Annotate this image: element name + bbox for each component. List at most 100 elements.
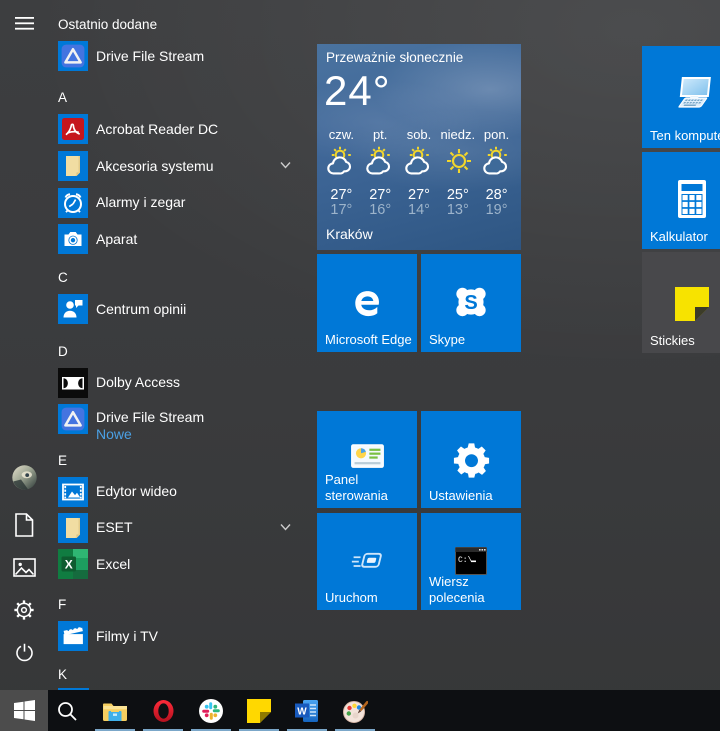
document-icon (14, 513, 34, 537)
app-list-letter-k[interactable]: K (50, 654, 90, 688)
camera-icon (58, 224, 88, 254)
app-item-text: Aparat (96, 231, 137, 248)
app-item-label: Drive File Stream (96, 409, 205, 425)
app-item-excel[interactable]: X Excel (48, 546, 308, 582)
svg-text:W: W (297, 706, 307, 717)
taskbar-button-word[interactable]: W (283, 690, 331, 731)
user-avatar (11, 465, 37, 490)
svg-text:X: X (65, 558, 73, 572)
weather-day-high: 27° (330, 187, 353, 203)
app-list-letter-d[interactable]: D (50, 328, 90, 365)
tile-panel-sterowania[interactable]: Panel sterowania (317, 411, 417, 508)
rail-button-documents[interactable] (0, 501, 48, 549)
taskbar-button-opera[interactable] (139, 690, 187, 731)
partly-cloudy-icon (481, 145, 513, 175)
windows-start-menu-screen: Ostatnio dodane Drive File Stream A Acrobat… (0, 0, 720, 731)
app-list-letter-f[interactable]: F (50, 583, 90, 619)
dolby-icon (58, 367, 88, 398)
weather-day-name: pt. (372, 127, 388, 142)
app-item-text: Alarmy i zegar (96, 194, 185, 211)
rail-button-user[interactable] (0, 454, 48, 502)
tile-label: Kalkulator (650, 229, 708, 244)
tile-kalkulator[interactable]: Kalkulator (642, 152, 720, 249)
weather-day-high: 27° (369, 187, 392, 203)
video-editor-icon (58, 476, 88, 507)
tile-label: Stickies (650, 333, 695, 348)
tile-label: Ustawienia (429, 488, 493, 503)
app-item-label: Acrobat Reader DC (96, 120, 219, 137)
weather-day-low: 17° (330, 202, 353, 218)
computer-icon (642, 46, 720, 141)
app-list-letter-c[interactable]: C (50, 258, 90, 291)
tile-edge[interactable]: Microsoft Edge (317, 254, 417, 352)
taskbar-button-slack[interactable] (187, 690, 235, 731)
app-item-label: Excel (96, 555, 131, 572)
tile-label: Ten komputer (650, 128, 720, 143)
app-item-edytor-wideo[interactable]: Edytor wideo (48, 474, 308, 510)
taskbar-button-file-explorer[interactable] (91, 690, 139, 731)
rail-button-menu[interactable] (0, 0, 48, 48)
app-item-alarmy-i-zegar[interactable]: Alarmy i zegar (48, 185, 308, 221)
tile-ten-komputer[interactable]: Ten komputer (642, 46, 720, 148)
weather-day-name: czw. (328, 127, 355, 142)
movies-tv-icon (58, 621, 88, 651)
taskbar-button-search[interactable] (43, 690, 91, 731)
tile-wiersz-polecenia[interactable]: C:\ Wiersz polecenia (421, 513, 521, 610)
rail-button-power[interactable] (0, 628, 48, 676)
weather-city: Kraków (326, 226, 373, 242)
taskbar-button-paint[interactable] (331, 690, 379, 731)
chevron-down-icon[interactable] (280, 523, 291, 531)
app-item-filmy-i-tv[interactable]: Filmy i TV (48, 618, 308, 654)
app-item-label: Dolby Access (96, 374, 181, 390)
app-item-akcesoria-systemu[interactable]: Akcesoria systemu (48, 148, 308, 184)
app-item-drive-file-stream[interactable]: Drive File Stream Nowe (48, 401, 308, 449)
chevron-down-icon[interactable] (280, 161, 291, 169)
app-list-letter-a[interactable]: A (50, 74, 90, 111)
app-item-drive-file-stream[interactable]: Drive File Stream (48, 38, 308, 74)
weather-day-pt: pt. 27° 16° (361, 127, 400, 218)
sunny-icon (442, 145, 474, 175)
google-drive-icon (58, 404, 88, 434)
windows-start-icon (13, 700, 35, 721)
slack-icon (198, 698, 224, 724)
app-item-dolby-access[interactable]: Dolby Access (48, 365, 308, 401)
search-icon (56, 700, 78, 722)
tile-label: Panel sterowania (325, 472, 388, 503)
weather-day-low: 14° (408, 202, 430, 218)
partly-cloudy-icon (325, 145, 357, 175)
rail-button-settings[interactable] (0, 586, 48, 634)
taskbar-button-sticky-notes[interactable] (235, 690, 283, 731)
weather-day-name: sob. (406, 127, 432, 142)
rail-button-pictures[interactable] (0, 543, 48, 591)
app-item-text: Excel (96, 556, 130, 573)
weather-day-niedz: niedz. 25° 13° (438, 127, 477, 218)
tile-weather[interactable]: Przeważnie słonecznie 24° czw. 27° 17° pt. 27°… (317, 44, 521, 250)
app-item-text: Drive File Stream (96, 48, 204, 65)
weather-day-pon: pon. 28° 19° (477, 127, 516, 218)
acrobat-reader-icon (58, 114, 88, 144)
app-item-eset[interactable]: ESET (48, 510, 308, 546)
app-item-centrum-opinii[interactable]: Centrum opinii (48, 291, 308, 327)
app-list-letter-e[interactable]: E (50, 449, 90, 474)
tile-ustawienia[interactable]: Ustawienia (421, 411, 521, 508)
weather-day-name: pon. (483, 127, 510, 142)
app-item-text: Edytor wideo (96, 483, 177, 500)
app-item-aparat[interactable]: Aparat (48, 221, 308, 257)
google-drive-icon (58, 41, 88, 71)
app-item-text: Acrobat Reader DC (96, 121, 218, 138)
power-icon (14, 642, 35, 663)
tile-stickies[interactable]: Stickies (642, 252, 720, 353)
hamburger-icon (14, 17, 34, 30)
tile-skype[interactable]: S Skype (421, 254, 521, 352)
taskbar-button-start[interactable] (0, 690, 48, 731)
app-item-label: Edytor wideo (96, 483, 177, 499)
app-item-label: Centrum opinii (96, 300, 187, 317)
app-item-acrobat-reader-dc[interactable]: Acrobat Reader DC (48, 111, 308, 147)
tile-label: Uruchom (325, 590, 378, 605)
partly-cloudy-icon (403, 145, 435, 175)
app-item-text: Dolby Access (96, 374, 180, 391)
app-item-label: ESET (96, 519, 133, 535)
tile-uruchom[interactable]: Uruchom (317, 513, 417, 610)
weather-forecast-row: czw. 27° 17° pt. 27° 16° sob. 27° 14° niedz. 25° 13… (322, 127, 516, 218)
app-item-label: Akcesoria systemu (96, 157, 214, 174)
